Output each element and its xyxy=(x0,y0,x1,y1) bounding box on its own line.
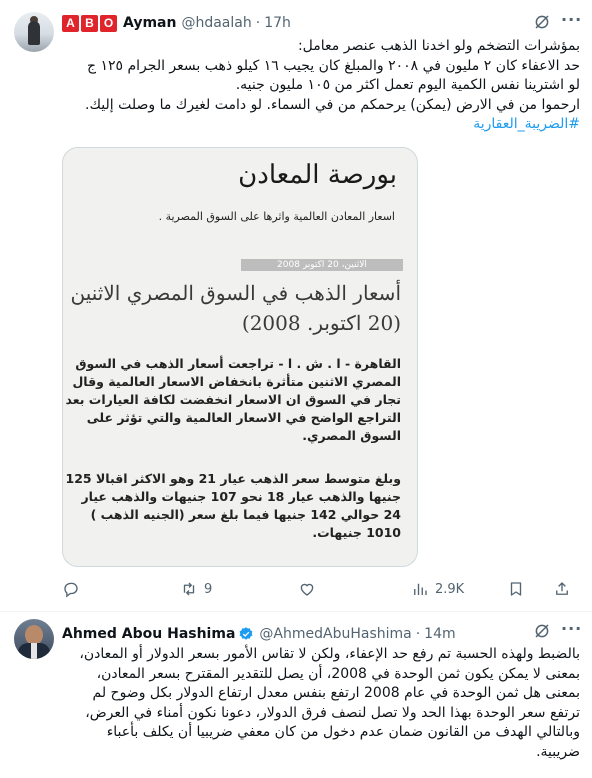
image-paragraph-line: تجار في السوق ان الاسعار انخفضت لكافة ال… xyxy=(65,392,401,407)
views-bar-chart-icon xyxy=(414,583,427,595)
tweet-text-line: بالضبط ولهذه الحسبة تم رفع حد الإعفاء، و… xyxy=(79,646,580,662)
image-paragraph-line: المصري الاثنين متأثرة بانخفاض الاسعار ال… xyxy=(72,374,401,389)
image-masthead: بورصة المعادن xyxy=(238,160,397,190)
image-headline-line: أسعار الذهب في السوق المصري الاثنين xyxy=(70,281,401,305)
avatar-face xyxy=(25,625,43,645)
image-date-bar: الاثنين، 20 اكتوبر 2008 xyxy=(241,259,403,271)
abo-badge-letter: O xyxy=(100,14,117,32)
author-name[interactable]: Ayman xyxy=(123,15,176,31)
separator-dot: · xyxy=(415,626,421,642)
image-paragraph-line: جنيها والذهب عيار 18 نحو 107 جنيهات والذ… xyxy=(81,489,401,504)
tweet-text-line: بمؤشرات التضخم ولو اخدنا الذهب عنصر معام… xyxy=(297,38,580,54)
bookmark-icon xyxy=(510,582,522,596)
image-paragraph-line: القاهرة - ا . ش . ا - تراجعت أسعار الذهب… xyxy=(75,356,401,371)
like-button[interactable] xyxy=(298,580,322,598)
retweet-button[interactable]: 9 xyxy=(180,580,212,598)
tweet-text-line: ترتفع سعر الوحدة بهذا الحد ولا تصل لنصف … xyxy=(85,704,580,721)
image-paragraph-line: 24 حوالي 142 جنيها فيما بلغ سعر (الجنيه … xyxy=(90,507,401,522)
verified-badge-icon xyxy=(240,627,253,640)
reply-icon xyxy=(64,582,78,598)
tweet-timestamp[interactable]: 17h xyxy=(264,15,291,31)
image-paragraph-line: وبلغ متوسط سعر الذهب عيار 21 وهو الاكثر … xyxy=(65,471,401,486)
avatar[interactable] xyxy=(14,12,54,52)
image-paragraph: وبلغ متوسط سعر الذهب عيار 21 وهو الاكثر … xyxy=(65,470,401,542)
tweet-text: بمؤشرات التضخم ولو اخدنا الذهب عنصر معام… xyxy=(62,37,580,135)
share-button[interactable] xyxy=(553,580,577,598)
separator-dot: · xyxy=(255,15,261,31)
image-headline-line: (20 اكتوبر. 2008) xyxy=(241,311,401,335)
image-subtitle: اسعار المعادن العالمية واثرها على السوق … xyxy=(158,210,395,223)
abo-badge-letter: A xyxy=(62,14,79,32)
reply-button[interactable] xyxy=(62,580,86,598)
tweet-text: بالضبط ولهذه الحسبة تم رفع حد الإعفاء، و… xyxy=(62,645,580,762)
heart-icon xyxy=(300,583,314,596)
image-paragraph-line: 1010 جنيهات. xyxy=(312,525,401,540)
tweet-text-line: لو اشترينا نفس الكمية اليوم تعمل اكثر من… xyxy=(235,77,580,93)
tweet-actions: 9 2.9K xyxy=(62,580,582,600)
tweet-text-line: ضريبية. xyxy=(536,743,580,760)
avatar-shirt xyxy=(31,643,37,659)
image-headline: أسعار الذهب في السوق المصري الاثنين (20 … xyxy=(71,278,401,338)
grok-icon[interactable] xyxy=(533,622,551,640)
tweet-text-line: بمعنى هل ثمن الوحدة في عام 2008 ارتفع بن… xyxy=(92,685,581,701)
tweet-text-line: حد الاعفاء كان ٢ مليون في ٢٠٠٨ والمبلغ ك… xyxy=(86,57,580,74)
grok-icon[interactable] xyxy=(533,13,551,31)
hashtag-link[interactable]: #الضريبة_العقارية xyxy=(62,115,580,135)
views-button[interactable]: 2.9K xyxy=(411,580,464,598)
image-paragraph: القاهرة - ا . ش . ا - تراجعت أسعار الذهب… xyxy=(65,355,401,445)
bookmark-button[interactable] xyxy=(507,580,531,598)
author-handle[interactable]: @AhmedAbuHashima xyxy=(259,626,411,642)
views-count: 2.9K xyxy=(435,581,465,597)
retweet-count: 9 xyxy=(204,581,213,597)
attached-image[interactable]: بورصة المعادن اسعار المعادن العالمية واث… xyxy=(62,147,418,567)
tweet-ayman[interactable]: A B O Ayman @hdaalah · 17h ··· بمؤشرات ا… xyxy=(0,0,592,612)
author-handle[interactable]: @hdaalah xyxy=(181,15,251,31)
avatar-figure xyxy=(28,21,40,45)
author-name[interactable]: Ahmed Abou Hashima xyxy=(62,626,235,642)
share-icon xyxy=(556,582,568,595)
tweet-header: Ahmed Abou Hashima @AhmedAbuHashima · 14… xyxy=(62,624,456,644)
image-paragraph-line: السوق المصري. xyxy=(302,428,401,443)
more-options-icon[interactable]: ··· xyxy=(561,10,582,29)
avatar[interactable] xyxy=(14,619,54,659)
abo-badge-letter: B xyxy=(81,14,98,32)
image-paragraph-line: التراجع الواضح في الاسعار العالمية والتي… xyxy=(86,410,401,425)
tweet-text-line: وبالتالي الهدف من القانون ضمان عدم دخول … xyxy=(106,724,580,740)
retweet-icon xyxy=(183,582,195,596)
more-options-icon[interactable]: ··· xyxy=(561,619,582,638)
tweet-text-line: ارحموا من في الارض (يمكن) يرحمكم من في ا… xyxy=(85,96,580,113)
tweet-text-line: بمعنى لا يمكن يكون ثمن الوحدة في 2008، أ… xyxy=(96,665,580,682)
tweet-timestamp[interactable]: 14m xyxy=(424,626,455,642)
abo-badge-logo: A B O xyxy=(62,14,117,32)
tweet-header: A B O Ayman @hdaalah · 17h xyxy=(62,13,291,33)
